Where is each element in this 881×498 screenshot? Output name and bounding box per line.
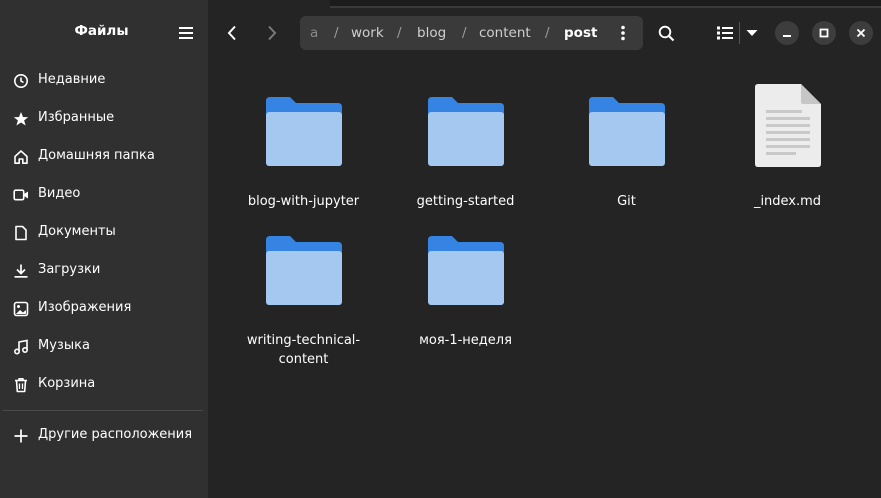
document-icon	[11, 223, 31, 243]
search-icon	[658, 25, 674, 41]
sidebar-item-music[interactable]: Музыка	[0, 327, 208, 365]
breadcrumb-separator: /	[545, 25, 550, 41]
download-icon	[11, 261, 31, 281]
sidebar-item-label: Недавние	[38, 72, 106, 87]
window-top-divider	[330, 6, 881, 8]
folder-icon	[385, 214, 546, 314]
chevron-left-icon	[227, 25, 236, 41]
sidebar: Файлы Недавние Избранные Домашняя папка …	[0, 0, 208, 498]
sidebar-item-starred[interactable]: Избранные	[0, 99, 208, 137]
vertical-ellipsis-icon	[621, 25, 625, 41]
sidebar-item-label: Загрузки	[38, 262, 101, 277]
view-options-button[interactable]	[737, 18, 767, 48]
path-menu-button[interactable]	[612, 22, 634, 44]
sidebar-item-label: Изображения	[38, 300, 132, 315]
back-button[interactable]	[217, 18, 247, 48]
view-list-button[interactable]	[710, 18, 740, 48]
maximize-icon	[819, 28, 829, 38]
places-other: Другие расположения	[0, 416, 208, 454]
breadcrumb-current[interactable]: post	[564, 25, 597, 41]
minimize-button[interactable]	[775, 21, 799, 45]
file-view: blog-with-jupyter getting-started Git _i…	[208, 66, 881, 498]
folder-icon	[385, 75, 546, 175]
minimize-icon	[783, 35, 791, 37]
close-button[interactable]	[849, 21, 873, 45]
sidebar-header: Файлы	[0, 0, 208, 66]
breadcrumb-separator: /	[397, 25, 402, 41]
folder-icon	[223, 214, 384, 314]
chevron-right-icon	[268, 25, 277, 41]
path-bar: a / work / blog / content / post	[300, 16, 643, 50]
hamburger-menu-icon	[179, 27, 193, 39]
home-icon	[11, 147, 31, 167]
maximize-button[interactable]	[812, 21, 836, 45]
file-name: моя-1-неделя	[419, 333, 512, 348]
sidebar-item-other-locations[interactable]: Другие расположения	[0, 416, 208, 454]
file-name: getting-started	[416, 194, 515, 209]
sidebar-item-label: Другие расположения	[38, 427, 193, 442]
file-name: blog-with-jupyter	[247, 194, 360, 209]
sidebar-item-label: Документы	[38, 224, 116, 239]
breadcrumb-separator: /	[462, 25, 467, 41]
text-file-icon	[707, 75, 868, 175]
file-name: _index.md	[753, 194, 822, 209]
caret-down-icon	[746, 30, 758, 36]
sidebar-divider	[3, 410, 203, 411]
main-menu-button[interactable]	[172, 20, 200, 46]
search-button[interactable]	[651, 18, 681, 48]
sidebar-item-downloads[interactable]: Загрузки	[0, 251, 208, 289]
sidebar-item-recent[interactable]: Недавние	[0, 61, 208, 99]
places-list: Недавние Избранные Домашняя папка Видео …	[0, 61, 208, 403]
list-view-icon	[717, 26, 733, 40]
sidebar-item-pictures[interactable]: Изображения	[0, 289, 208, 327]
star-icon	[11, 109, 31, 129]
breadcrumb-item[interactable]: work	[351, 25, 384, 41]
breadcrumb-separator: /	[334, 25, 339, 41]
forward-button[interactable]	[257, 18, 287, 48]
sidebar-item-label: Домашняя папка	[38, 148, 155, 163]
clock-icon	[11, 71, 31, 91]
sidebar-item-videos[interactable]: Видео	[0, 175, 208, 213]
close-icon	[856, 28, 866, 38]
image-icon	[11, 299, 31, 319]
breadcrumb-item[interactable]: a	[310, 25, 318, 41]
sidebar-item-home[interactable]: Домашняя папка	[0, 137, 208, 175]
trash-icon	[11, 375, 31, 395]
breadcrumb-item[interactable]: blog	[417, 25, 446, 41]
breadcrumb-item[interactable]: content	[479, 25, 531, 41]
sidebar-item-trash[interactable]: Корзина	[0, 365, 208, 403]
plus-icon	[11, 426, 31, 446]
folder-icon	[223, 75, 384, 175]
music-icon	[11, 337, 31, 357]
sidebar-item-label: Корзина	[38, 376, 96, 391]
sidebar-item-label: Избранные	[38, 110, 115, 125]
file-name: Git	[617, 194, 636, 209]
file-name: writing-technical-content	[246, 333, 361, 367]
sidebar-item-documents[interactable]: Документы	[0, 213, 208, 251]
video-icon	[11, 185, 31, 205]
folder-icon	[546, 75, 707, 175]
sidebar-item-label: Музыка	[38, 338, 90, 353]
sidebar-item-label: Видео	[38, 186, 81, 201]
